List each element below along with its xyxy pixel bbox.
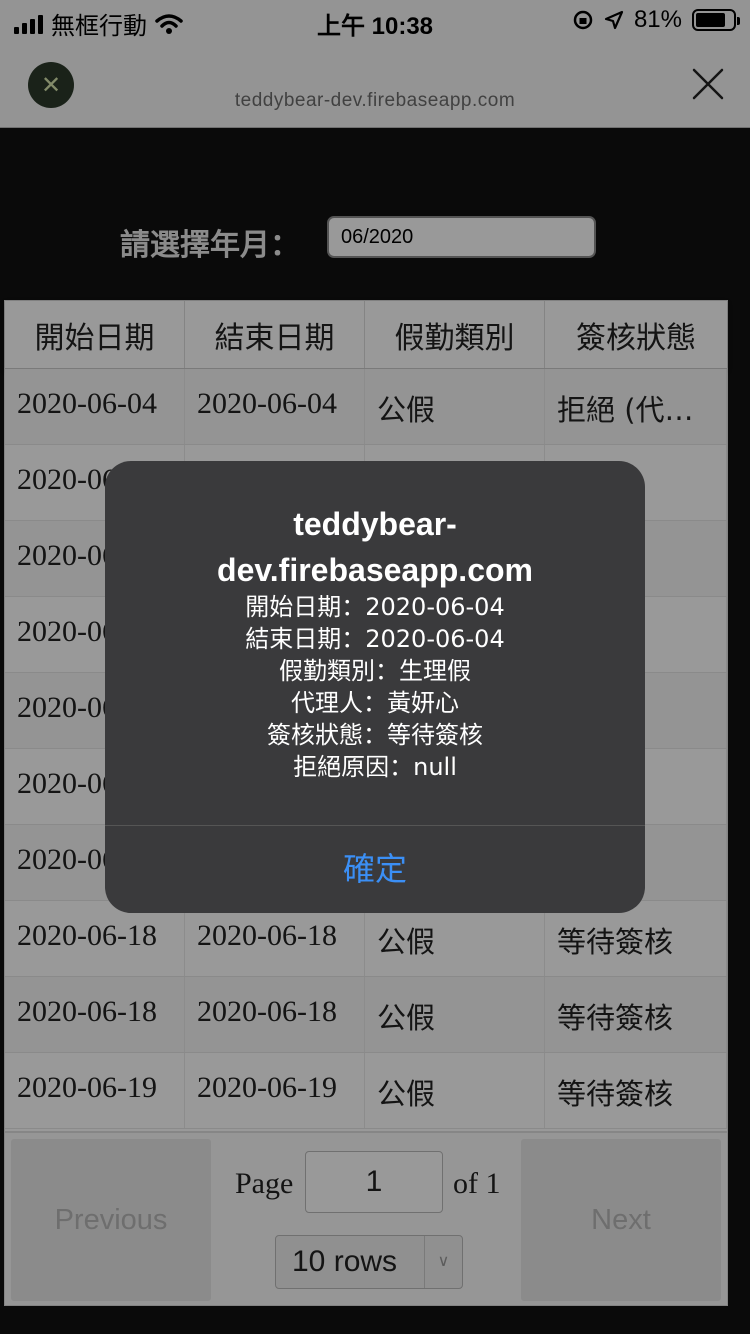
alert-line: 結束日期：2020-06-04 [245,625,505,653]
alert-line: 代理人：黃妍心 [291,689,459,717]
alert-message: 開始日期：2020-06-04 結束日期：2020-06-04 假勤類別：生理假… [105,591,645,783]
alert-line: 簽核狀態：等待簽核 [267,721,483,749]
alert-title: teddybear-dev.firebaseapp.com [217,506,533,588]
alert-line: 拒絕原因：null [293,753,457,781]
alert-line: 假勤類別：生理假 [279,657,471,685]
alert-dialog: teddybear-dev.firebaseapp.com 開始日期：2020-… [105,461,645,913]
alert-line: 開始日期：2020-06-04 [245,593,505,621]
ok-button[interactable]: 確定 [105,826,645,913]
